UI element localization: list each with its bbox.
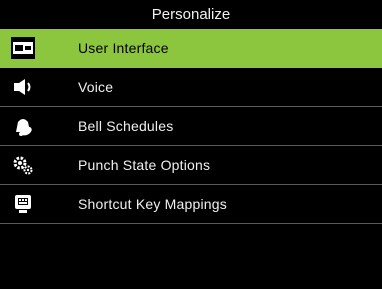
menu-item-label: Punch State Options [78,157,211,173]
menu-item-user-interface[interactable]: User Interface [0,29,382,68]
menu-item-shortcut-key-mappings[interactable]: Shortcut Key Mappings [0,185,382,224]
menu-item-punch-state-options[interactable]: Punch State Options [0,146,382,185]
menu-item-voice[interactable]: Voice [0,68,382,107]
speaker-icon [11,76,35,98]
menu-item-label: User Interface [78,40,169,56]
bell-icon [11,115,35,137]
menu-item-label: Bell Schedules [78,118,174,134]
keyboard-icon [11,193,35,215]
monitor-icon [11,37,35,59]
page-title: Personalize [151,6,231,23]
menu-item-label: Shortcut Key Mappings [78,196,227,212]
gears-icon [11,154,35,176]
personalize-screen: Personalize User Interface Voice Bell Sc… [0,0,382,289]
menu-item-bell-schedules[interactable]: Bell Schedules [0,107,382,146]
menu-spacer [0,224,382,243]
menu-item-label: Voice [78,79,114,95]
